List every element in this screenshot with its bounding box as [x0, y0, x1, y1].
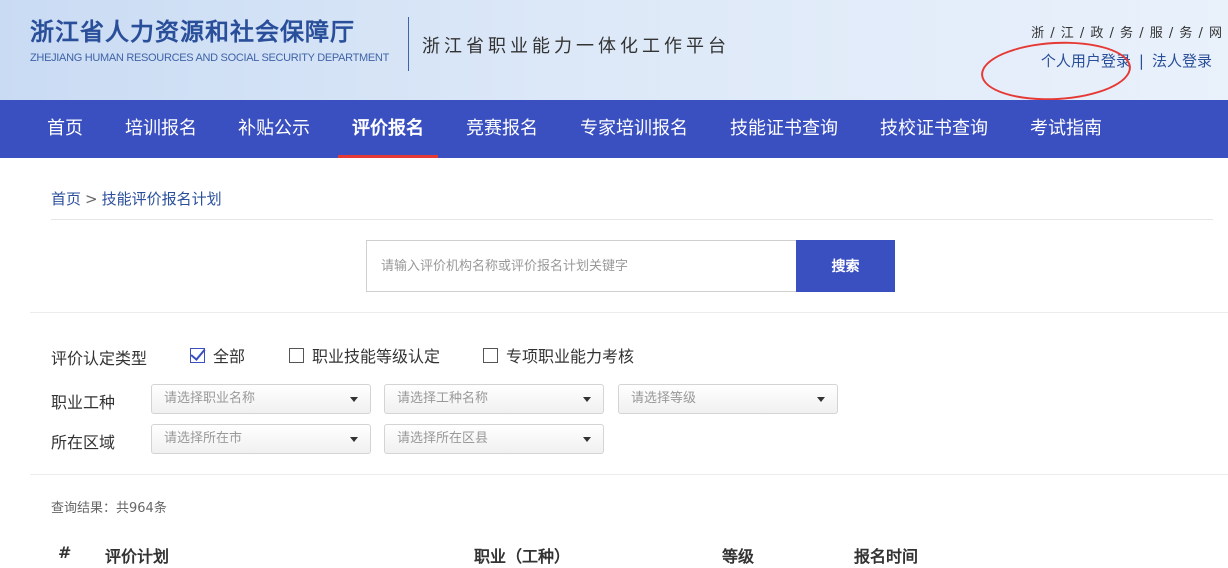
caret-down-icon — [583, 397, 591, 402]
main-nav: 首页 培训报名 补贴公示 评价报名 竞赛报名 专家培训报名 技能证书查询 技校证… — [0, 100, 1228, 158]
nav-item-home[interactable]: 首页 — [47, 100, 83, 158]
divider — [30, 312, 1228, 313]
logo-subtitle: ZHEJIANG HUMAN RESOURCES AND SOCIAL SECU… — [30, 52, 389, 64]
gov-service-link[interactable]: 浙 / 江 / 政 / 务 / 服 / 务 / 网 — [1031, 22, 1222, 41]
column-header-registration-time: 报名时间 — [854, 547, 919, 566]
type-option-skill-level[interactable]: 职业技能等级认定 — [289, 344, 440, 366]
occupation-name-select[interactable]: 请选择职业名称 — [151, 384, 371, 414]
breadcrumb-home[interactable]: 首页 — [51, 190, 81, 208]
breadcrumb: 首页 > 技能评价报名计划 — [51, 188, 222, 209]
caret-down-icon — [817, 397, 825, 402]
nav-item-exam-guide[interactable]: 考试指南 — [1030, 100, 1102, 158]
type-option-label: 全部 — [213, 347, 246, 366]
column-header-occupation: 职业（工种） — [474, 547, 571, 566]
login-separator: | — [1138, 52, 1144, 70]
nav-item-training[interactable]: 培训报名 — [125, 100, 197, 158]
type-option-all[interactable]: 全部 — [190, 344, 245, 366]
platform-name: 浙江省职业能力一体化工作平台 — [422, 36, 730, 57]
checkbox-checked[interactable] — [190, 347, 205, 363]
occupation-label: 职业工种 — [51, 393, 116, 412]
caret-down-icon — [350, 437, 358, 442]
divider — [51, 219, 1213, 220]
nav-item-subsidy[interactable]: 补贴公示 — [238, 100, 310, 158]
logo-divider — [408, 17, 409, 71]
search-input[interactable] — [366, 240, 796, 292]
nav-item-competition[interactable]: 竞赛报名 — [466, 100, 538, 158]
highlight-annotation-circle — [979, 38, 1133, 104]
city-select[interactable]: 请选择所在市 — [151, 424, 371, 454]
select-placeholder: 请选择等级 — [631, 391, 697, 406]
column-header-index: # — [58, 543, 72, 562]
site-header: 浙江省人力资源和社会保障厅 ZHEJIANG HUMAN RESOURCES A… — [0, 0, 1228, 104]
result-count: 查询结果：共964条 — [51, 501, 167, 516]
select-placeholder: 请选择职业名称 — [164, 391, 256, 406]
divider — [30, 474, 1228, 475]
checkbox[interactable] — [289, 347, 304, 363]
caret-down-icon — [350, 397, 358, 402]
breadcrumb-separator: > — [85, 190, 98, 208]
type-option-label: 职业技能等级认定 — [312, 347, 441, 366]
checkbox[interactable] — [483, 347, 498, 363]
evaluation-type-label: 评价认定类型 — [51, 349, 148, 368]
nav-item-skill-certificate[interactable]: 技能证书查询 — [730, 100, 838, 158]
caret-down-icon — [583, 437, 591, 442]
nav-item-expert-training[interactable]: 专家培训报名 — [580, 100, 688, 158]
column-header-level: 等级 — [722, 547, 755, 566]
search-button[interactable]: 搜索 — [796, 240, 895, 292]
select-placeholder: 请选择所在市 — [164, 431, 243, 446]
level-select[interactable]: 请选择等级 — [618, 384, 838, 414]
job-type-select[interactable]: 请选择工种名称 — [384, 384, 604, 414]
logo-title[interactable]: 浙江省人力资源和社会保障厅 — [30, 12, 355, 47]
district-select[interactable]: 请选择所在区县 — [384, 424, 604, 454]
type-option-label: 专项职业能力考核 — [506, 347, 635, 366]
legal-login-link[interactable]: 法人登录 — [1152, 52, 1212, 70]
column-header-plan: 评价计划 — [105, 547, 170, 566]
select-placeholder: 请选择所在区县 — [397, 431, 489, 446]
region-label: 所在区域 — [51, 433, 116, 452]
login-area: 个人用户登录 | 法人登录 — [1041, 50, 1212, 71]
type-option-special-ability[interactable]: 专项职业能力考核 — [483, 344, 634, 366]
breadcrumb-current[interactable]: 技能评价报名计划 — [102, 190, 222, 208]
nav-item-evaluation[interactable]: 评价报名 — [338, 100, 438, 158]
nav-item-school-certificate[interactable]: 技校证书查询 — [880, 100, 988, 158]
select-placeholder: 请选择工种名称 — [397, 391, 489, 406]
personal-login-link[interactable]: 个人用户登录 — [1041, 52, 1131, 70]
